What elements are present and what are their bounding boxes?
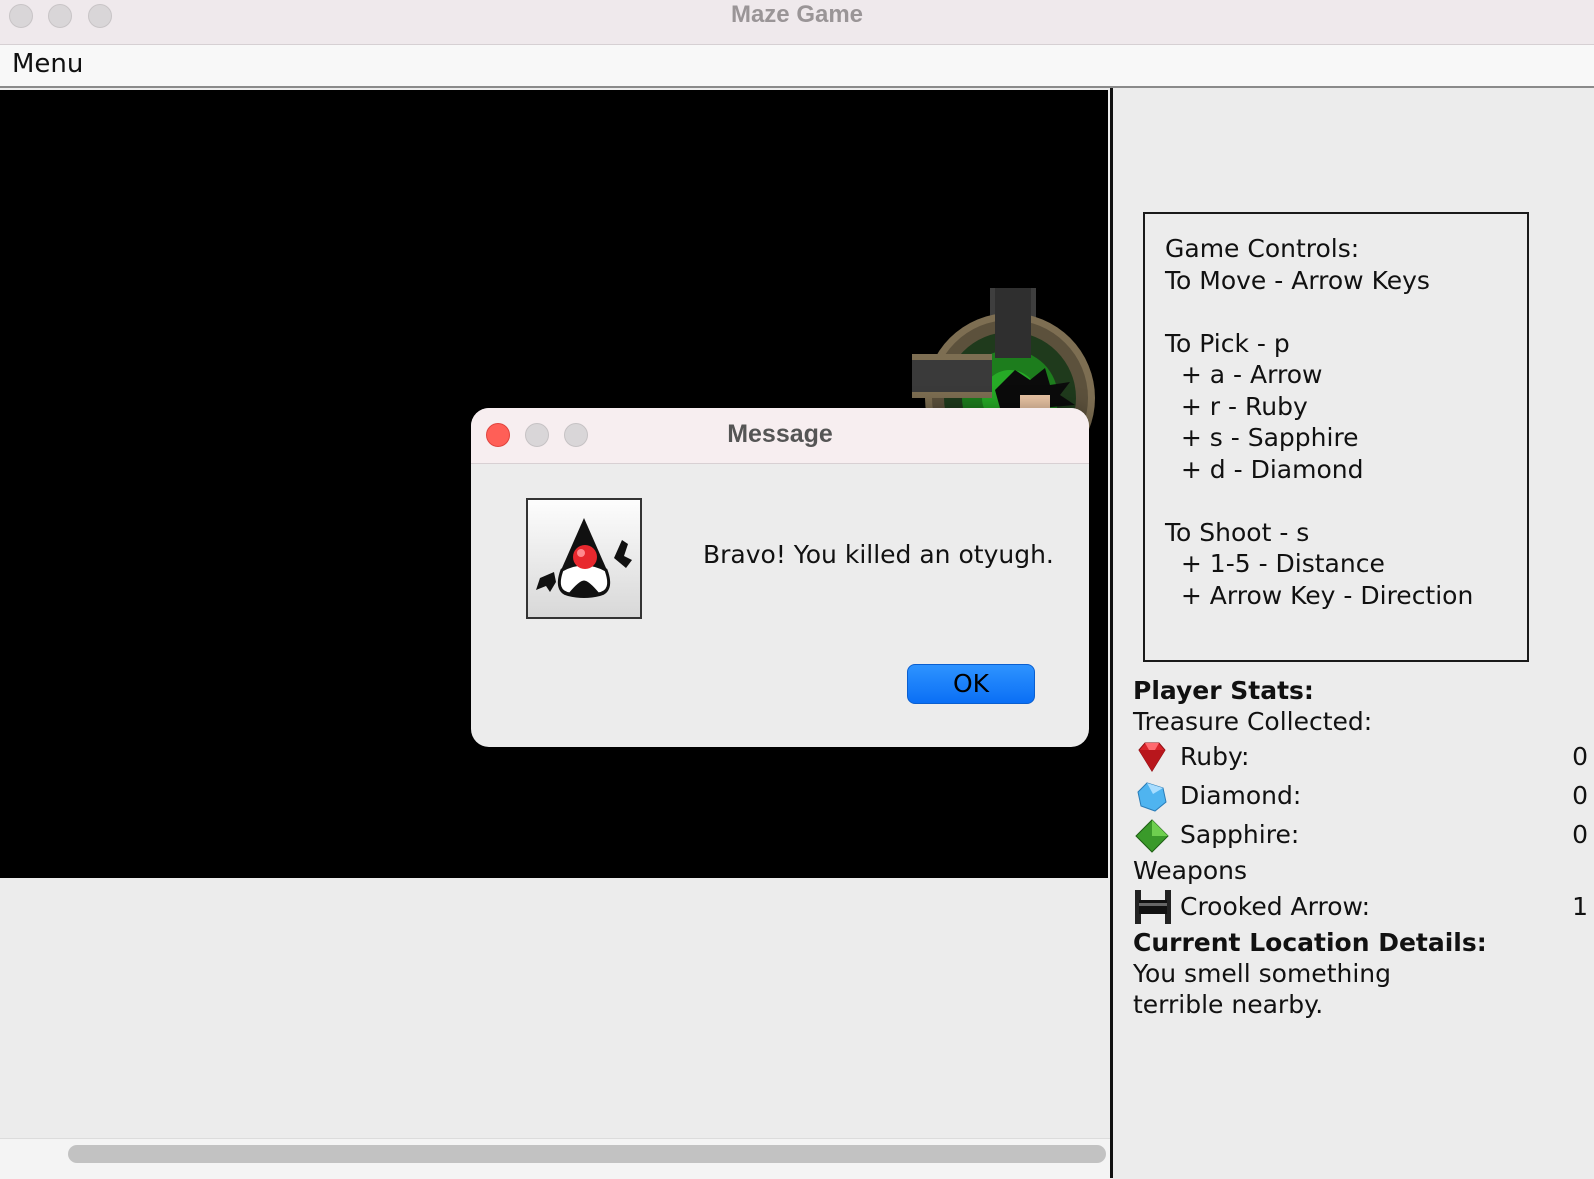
treasure-heading: Treasure Collected: <box>1133 707 1373 736</box>
controls-line: To Move - Arrow Keys <box>1165 266 1430 295</box>
ruby-icon <box>1138 742 1166 772</box>
controls-line: + 1-5 - Distance <box>1165 549 1385 578</box>
message-dialog: Message Bravo! You killed an otyugh. OK <box>471 408 1089 747</box>
location-heading: Current Location Details: <box>1133 928 1487 957</box>
horizontal-scrollbar[interactable] <box>0 1138 1110 1179</box>
controls-line: + s - Sapphire <box>1165 423 1359 452</box>
location-detail-line: terrible nearby. <box>1133 990 1324 1019</box>
diamond-icon <box>1137 782 1167 812</box>
window-titlebar: Maze Game <box>0 0 1594 45</box>
controls-line: + a - Arrow <box>1165 360 1323 389</box>
location-detail-line: You smell something <box>1133 959 1391 988</box>
dialog-message: Bravo! You killed an otyugh. <box>703 540 1054 569</box>
crooked-arrow-label: Crooked Arrow: <box>1180 892 1371 921</box>
ruby-count: 0 <box>1572 742 1588 771</box>
controls-line: To Pick - p <box>1165 329 1290 358</box>
controls-line: + r - Ruby <box>1165 392 1308 421</box>
java-duke-icon <box>526 498 642 619</box>
crooked-arrow-icon <box>1135 890 1171 924</box>
sapphire-label: Sapphire: <box>1180 820 1300 849</box>
controls-line: Game Controls: <box>1165 234 1360 263</box>
dialog-title: Message <box>727 420 833 448</box>
game-controls-box: Game Controls: To Move - Arrow Keys To P… <box>1143 212 1529 662</box>
window-title: Maze Game <box>730 1 864 28</box>
weapons-heading: Weapons <box>1133 856 1247 885</box>
scrollbar-thumb[interactable] <box>68 1145 1106 1163</box>
controls-line: + Arrow Key - Direction <box>1165 581 1474 610</box>
ok-button[interactable]: OK <box>907 664 1035 704</box>
side-panel: Game Controls: To Move - Arrow Keys To P… <box>1113 88 1594 1178</box>
controls-line: + d - Diamond <box>1165 455 1364 484</box>
canvas-empty-area <box>0 878 1110 1136</box>
sapphire-icon <box>1135 819 1169 853</box>
controls-line: To Shoot - s <box>1165 518 1310 547</box>
sapphire-count: 0 <box>1572 820 1588 849</box>
ruby-label: Ruby: <box>1180 742 1250 771</box>
dialog-titlebar: Message <box>471 408 1089 464</box>
player-stats-heading: Player Stats: <box>1133 676 1314 705</box>
crooked-arrow-count: 1 <box>1572 892 1588 921</box>
diamond-label: Diamond: <box>1180 781 1302 810</box>
menu-button[interactable]: Menu <box>12 49 83 79</box>
menubar: Menu <box>0 45 1594 88</box>
diamond-count: 0 <box>1572 781 1588 810</box>
